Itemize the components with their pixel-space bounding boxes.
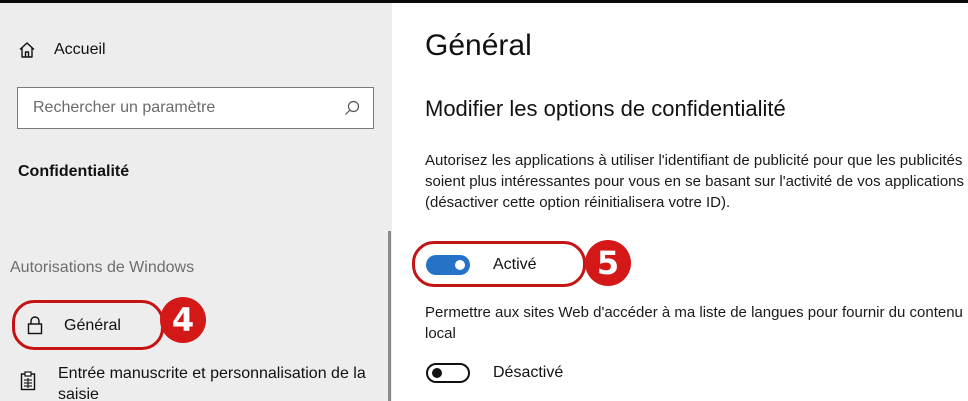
search-icon[interactable] — [343, 99, 361, 117]
search-input[interactable]: Rechercher un paramètre — [17, 87, 374, 129]
language-list-toggle[interactable] — [426, 363, 470, 383]
sidebar-item-label: Général — [64, 317, 121, 334]
search-placeholder: Rechercher un paramètre — [33, 99, 216, 116]
annotation-badge: 4 — [160, 297, 206, 343]
setting-description: Autorisez les applications à utiliser l'… — [425, 152, 965, 211]
sidebar-item-label: Entrée manuscrite et personnalisation de… — [58, 365, 366, 401]
setting-description: Permettre aux sites Web d'accéder à ma l… — [425, 304, 963, 342]
toggle-knob — [432, 368, 442, 378]
toggle-state-label: Activé — [493, 256, 537, 273]
sidebar-scrollbar[interactable] — [388, 231, 391, 401]
home-icon — [19, 42, 35, 58]
lock-icon — [27, 316, 43, 335]
advertising-id-toggle[interactable] — [426, 255, 470, 275]
sidebar-heading: Confidentialité — [18, 163, 130, 180]
annotation-badge: 5 — [585, 240, 631, 286]
clipboard-icon — [20, 371, 36, 391]
page-title: Général — [425, 29, 532, 62]
toggle-state-label: Désactivé — [493, 364, 564, 381]
settings-sidebar: Accueil Rechercher un paramètre Confiden… — [0, 3, 392, 401]
sidebar-item-general[interactable]: Général — [12, 300, 164, 350]
sidebar-section-label: Autorisations de Windows — [10, 259, 195, 276]
toggle-knob — [455, 260, 465, 270]
sidebar-home-label: Accueil — [54, 41, 106, 58]
sidebar-item-home[interactable]: Accueil — [18, 41, 106, 59]
section-subtitle: Modifier les options de confidentialité — [425, 96, 786, 121]
